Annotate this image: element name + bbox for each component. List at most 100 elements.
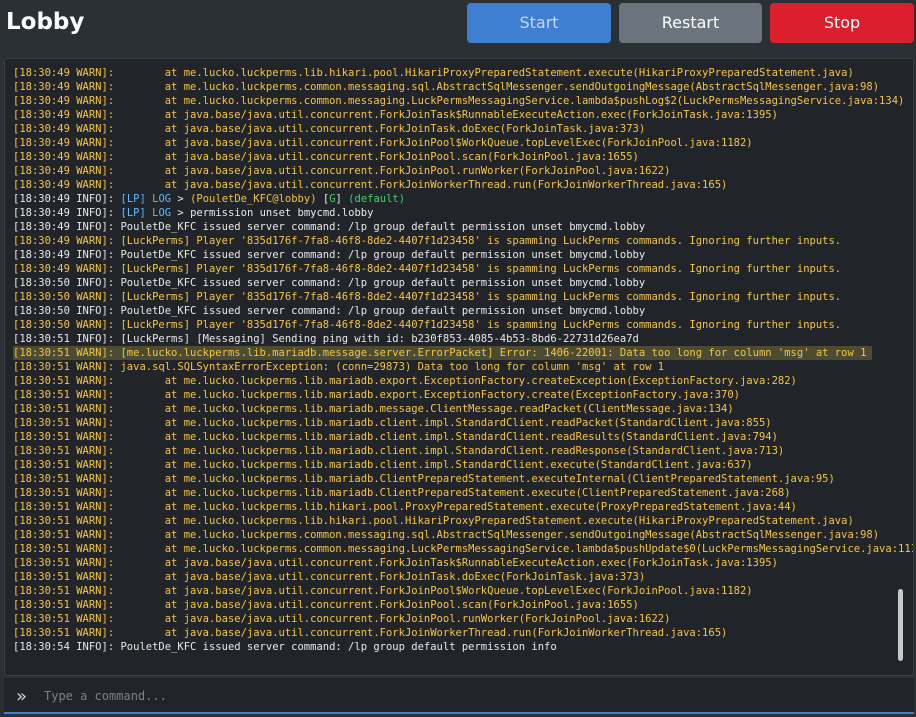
log-segment: [ (114, 207, 127, 219)
log-message: at me.lucko.luckperms.lib.hikari.pool.Hi… (114, 515, 854, 527)
log-message: at java.base/java.util.concurrent.ForkJo… (114, 557, 778, 569)
log-message: at me.lucko.luckperms.common.messaging.s… (114, 529, 880, 541)
log-prefix: [18:30:51 WARN]: (13, 389, 115, 401)
log-message: at java.base/java.util.concurrent.ForkJo… (114, 571, 646, 583)
console-line: [18:30:49 INFO]: PouletDe_KFC issued ser… (13, 220, 893, 234)
console-line: [18:30:51 WARN]: at me.lucko.luckperms.l… (13, 388, 893, 402)
console-line: [18:30:51 WARN]: at me.lucko.luckperms.l… (13, 500, 893, 514)
log-message: at me.lucko.luckperms.lib.mariadb.messag… (114, 403, 734, 415)
log-prefix: [18:30:49 INFO]: (13, 221, 115, 233)
log-message: PouletDe_KFC issued server command: /lp … (114, 249, 646, 261)
log-message: PouletDe_KFC issued server command: /lp … (114, 641, 557, 653)
log-prefix: [18:30:49 INFO]: (13, 207, 115, 219)
log-prefix: [18:30:51 WARN]: (13, 459, 115, 471)
console-line: [18:30:49 INFO]: [LP] LOG > permission u… (13, 206, 893, 220)
console-line: [18:30:51 WARN]: at me.lucko.luckperms.l… (13, 416, 893, 430)
log-prefix: [18:30:49 WARN]: (13, 67, 115, 79)
log-segment: LP (126, 207, 140, 219)
console-line: [18:30:50 INFO]: PouletDe_KFC issued ser… (13, 276, 893, 290)
log-prefix: [18:30:51 WARN]: (13, 529, 115, 541)
log-prefix: [18:30:51 WARN]: (13, 417, 115, 429)
console-scrollbar[interactable] (898, 589, 903, 661)
log-message: at java.base/java.util.concurrent.ForkJo… (114, 109, 778, 121)
log-prefix: [18:30:49 WARN]: (13, 95, 115, 107)
log-message: PouletDe_KFC issued server command: /lp … (114, 305, 646, 317)
log-message: at me.lucko.luckperms.lib.hikari.pool.Hi… (114, 67, 854, 79)
console-line: [18:30:51 INFO]: [LuckPerms] [Messaging]… (13, 332, 893, 346)
log-prefix: [18:30:51 WARN]: (13, 347, 115, 359)
log-prefix: [18:30:49 WARN]: (13, 165, 115, 177)
log-prefix: [18:30:51 WARN]: (13, 403, 115, 415)
console-line: [18:30:49 INFO]: PouletDe_KFC issued ser… (13, 248, 893, 262)
log-message: [LuckPerms] [Messaging] Sending ping wit… (114, 333, 639, 345)
console-line: [18:30:49 WARN]: at java.base/java.util.… (13, 108, 893, 122)
log-segment: PouletDe_KFC@lobby (196, 193, 311, 205)
console-line: [18:30:49 INFO]: [LP] LOG > (PouletDe_KF… (13, 192, 893, 206)
log-prefix: [18:30:51 WARN]: (13, 361, 115, 373)
console-line: [18:30:51 WARN]: at java.base/java.util.… (13, 598, 893, 612)
log-segment: ] (335, 193, 349, 205)
log-prefix: [18:30:51 WARN]: (13, 487, 115, 499)
log-segment: LOG (152, 207, 178, 219)
log-message: at me.lucko.luckperms.lib.mariadb.client… (114, 417, 772, 429)
command-bar: » (4, 678, 914, 714)
console-line: [18:30:51 WARN]: at me.lucko.luckperms.l… (13, 374, 893, 388)
console-line: [18:30:51 WARN]: at java.base/java.util.… (13, 584, 893, 598)
console-output[interactable]: [18:30:49 WARN]: at me.lucko.luckperms.l… (4, 58, 914, 676)
console-line: [18:30:49 WARN]: [LuckPerms] Player '835… (13, 262, 893, 276)
log-message: [me.lucko.luckperms.lib.mariadb.message.… (114, 347, 867, 359)
console-line: [18:30:51 WARN]: at java.base/java.util.… (13, 556, 893, 570)
console-line: [18:30:51 WARN]: at me.lucko.luckperms.l… (13, 458, 893, 472)
log-message: [LuckPerms] Player '835d176f-7fa8-46f8-8… (114, 291, 842, 303)
console-line: [18:30:51 WARN]: at me.lucko.luckperms.c… (13, 542, 913, 556)
log-prefix: [18:30:50 WARN]: (13, 291, 115, 303)
log-prefix: [18:30:51 WARN]: (13, 599, 115, 611)
log-prefix: [18:30:50 INFO]: (13, 305, 115, 317)
log-message: at java.base/java.util.concurrent.ForkJo… (114, 585, 753, 597)
restart-button[interactable]: Restart (619, 3, 762, 43)
log-segment: LOG (152, 193, 178, 205)
log-message: at me.lucko.luckperms.lib.mariadb.Client… (114, 487, 791, 499)
log-message: at me.lucko.luckperms.lib.hikari.pool.Pr… (114, 501, 797, 513)
console-line: [18:30:51 WARN]: at me.lucko.luckperms.l… (13, 444, 893, 458)
log-message: at me.lucko.luckperms.common.messaging.s… (114, 81, 880, 93)
console-line: [18:30:51 WARN]: at java.base/java.util.… (13, 570, 893, 584)
console-line: [18:30:49 WARN]: at java.base/java.util.… (13, 136, 893, 150)
log-message: at me.lucko.luckperms.lib.mariadb.export… (114, 389, 740, 401)
console-line: [18:30:49 WARN]: [LuckPerms] Player '835… (13, 234, 893, 248)
log-message: PouletDe_KFC issued server command: /lp … (114, 277, 646, 289)
log-prefix: [18:30:50 INFO]: (13, 277, 115, 289)
log-prefix: [18:30:51 WARN]: (13, 515, 115, 527)
log-prefix: [18:30:51 WARN]: (13, 557, 115, 569)
log-message: at java.base/java.util.concurrent.ForkJo… (114, 165, 671, 177)
log-prefix: [18:30:49 WARN]: (13, 179, 115, 191)
log-message: at me.lucko.luckperms.lib.mariadb.client… (114, 445, 785, 457)
log-message: [LuckPerms] Player '835d176f-7fa8-46f8-8… (114, 263, 842, 275)
log-message: at java.base/java.util.concurrent.ForkJo… (114, 179, 728, 191)
console-line: [18:30:51 WARN]: java.sql.SQLSyntaxError… (13, 360, 893, 374)
log-prefix: [18:30:49 WARN]: (13, 263, 115, 275)
console-line: [18:30:51 WARN]: [me.lucko.luckperms.lib… (13, 346, 893, 360)
console-line: [18:30:51 WARN]: at me.lucko.luckperms.l… (13, 472, 893, 486)
console-line: [18:30:51 WARN]: at me.lucko.luckperms.l… (13, 514, 893, 528)
log-prefix: [18:30:51 WARN]: (13, 375, 115, 387)
log-prefix: [18:30:49 WARN]: (13, 151, 115, 163)
log-segment: [ (114, 193, 127, 205)
log-message: at me.lucko.luckperms.lib.mariadb.export… (114, 375, 797, 387)
stop-button[interactable]: Stop (770, 3, 914, 43)
console-line: [18:30:49 WARN]: at java.base/java.util.… (13, 122, 893, 136)
log-message: [LuckPerms] Player '835d176f-7fa8-46f8-8… (114, 235, 842, 247)
console-line: [18:30:49 WARN]: at java.base/java.util.… (13, 150, 893, 164)
log-message: java.sql.SQLSyntaxErrorException: (conn=… (114, 361, 665, 373)
log-segment: > (177, 193, 191, 205)
log-prefix: [18:30:50 WARN]: (13, 319, 115, 331)
console-line: [18:30:51 WARN]: at java.base/java.util.… (13, 626, 893, 640)
command-input[interactable] (42, 684, 886, 708)
log-prefix: [18:30:51 WARN]: (13, 431, 115, 443)
log-segment: ] (139, 193, 153, 205)
start-button[interactable]: Start (467, 3, 611, 43)
console-line: [18:30:50 WARN]: [LuckPerms] Player '835… (13, 290, 893, 304)
log-message: [LuckPerms] Player '835d176f-7fa8-46f8-8… (114, 319, 842, 331)
header-bar: Lobby Start Restart Stop (0, 0, 916, 48)
log-prefix: [18:30:51 WARN]: (13, 571, 115, 583)
